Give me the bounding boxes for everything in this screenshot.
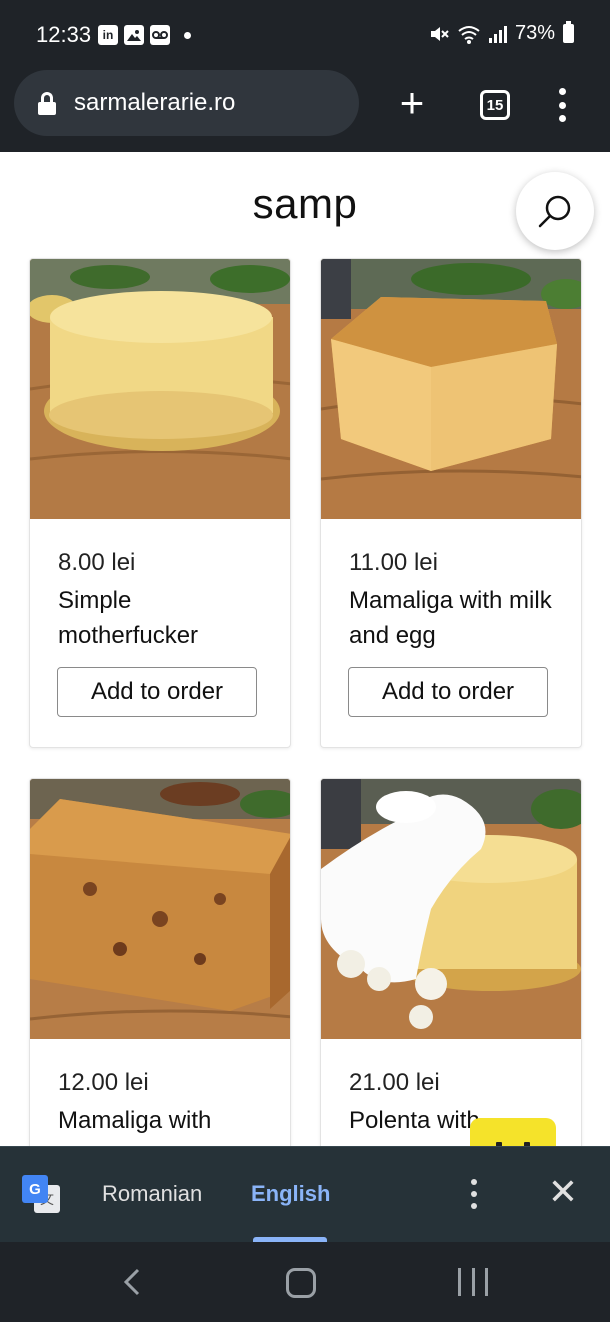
url-text[interactable]: sarmalerarie.ro	[74, 89, 235, 117]
close-icon[interactable]: ✕	[546, 1174, 580, 1210]
lock-icon[interactable]	[38, 92, 56, 115]
battery-percent: 73%	[514, 22, 555, 44]
gallery-icon	[124, 25, 144, 45]
google-translate-icon: 文 G	[22, 1175, 60, 1213]
signal-icon	[488, 25, 507, 43]
search-button[interactable]	[516, 172, 594, 250]
status-indicators: 73%	[429, 21, 574, 45]
wifi-icon	[458, 25, 480, 44]
system-navigation-bar	[0, 1242, 610, 1322]
browser-menu-icon[interactable]	[556, 88, 568, 122]
product-name: Simple motherfucker	[58, 587, 199, 649]
product-price: 12.00 lei	[58, 1069, 149, 1096]
battery-icon	[563, 21, 574, 43]
product-card[interactable]: 8.00 lei Simple motherfucker Add to orde…	[29, 258, 291, 748]
source-language-tab[interactable]: Romanian	[102, 1181, 202, 1207]
recents-icon[interactable]	[458, 1268, 488, 1298]
status-bar: 12:33 in 73%	[0, 0, 610, 62]
product-price: 11.00 lei	[349, 549, 438, 576]
back-icon[interactable]	[118, 1266, 144, 1298]
voicemail-icon	[150, 25, 170, 45]
product-card[interactable]: 12.00 lei Mamaliga with	[29, 778, 291, 1146]
product-image[interactable]	[30, 259, 290, 519]
more-notifications-icon	[184, 31, 191, 39]
product-name: Mamaliga with milk and egg	[349, 587, 552, 649]
status-time: 12:33	[36, 22, 92, 47]
browser-toolbar: sarmalerarie.ro + 15	[0, 62, 610, 152]
mute-icon	[430, 26, 449, 41]
home-icon[interactable]	[286, 1268, 316, 1298]
product-image[interactable]	[30, 779, 290, 1039]
product-name: Mamaliga with	[58, 1107, 212, 1134]
translate-bar: 文 G Romanian English ✕	[0, 1146, 610, 1242]
product-card[interactable]: 11.00 lei Mamaliga with milk and egg Add…	[320, 258, 582, 748]
search-icon	[538, 195, 571, 228]
address-bar[interactable]: sarmalerarie.ro	[14, 70, 359, 136]
linkedin-icon: in	[98, 25, 118, 45]
new-tab-plus-icon[interactable]: +	[396, 82, 428, 124]
web-page: samp 8.00 lei Simple motherfucker Add to…	[0, 152, 610, 1146]
product-card[interactable]: 21.00 lei Polenta with	[320, 778, 582, 1146]
add-to-order-button[interactable]: Add to order	[57, 667, 257, 717]
product-image[interactable]	[321, 259, 581, 519]
target-language-tab[interactable]: English	[251, 1181, 330, 1207]
tab-switcher-button[interactable]: 15	[480, 90, 510, 120]
product-price: 21.00 lei	[349, 1069, 440, 1096]
translate-options-icon[interactable]	[469, 1179, 479, 1209]
product-price: 8.00 lei	[58, 549, 136, 576]
product-image[interactable]	[321, 779, 581, 1039]
notification-icons: in	[98, 25, 191, 45]
add-to-order-button[interactable]: Add to order	[348, 667, 548, 717]
